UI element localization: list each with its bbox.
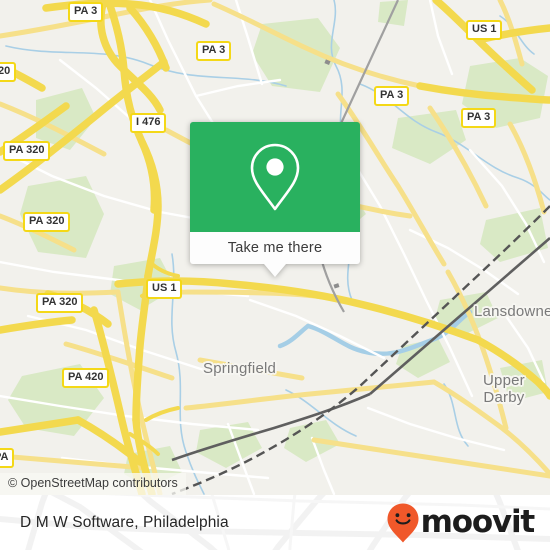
shield-pa-320-mid: PA 320 bbox=[23, 212, 71, 232]
shield-us-1-topright: US 1 bbox=[466, 20, 503, 40]
moovit-wordmark: moovit bbox=[420, 504, 536, 540]
shield-pa-3-right: PA 3 bbox=[374, 86, 410, 106]
take-me-there-button[interactable]: Take me there bbox=[190, 232, 360, 277]
shield-pa-320-cut: 20 bbox=[0, 62, 17, 82]
map-pin-icon bbox=[250, 143, 300, 211]
popup-tail bbox=[264, 264, 286, 277]
take-me-there-label: Take me there bbox=[227, 240, 323, 256]
page-title: D M W Software, Philadelphia bbox=[20, 513, 229, 531]
map-screenshot: Springfield Lansdowne Upper Darby PA 3 PA… bbox=[0, 0, 550, 550]
map-canvas[interactable]: Springfield Lansdowne Upper Darby PA 3 PA… bbox=[0, 0, 550, 495]
shield-pa-320-lower: PA 320 bbox=[36, 293, 84, 313]
moovit-pin-smile-icon bbox=[387, 503, 419, 542]
shield-i-476: I 476 bbox=[130, 113, 167, 133]
location-popup[interactable]: Take me there bbox=[190, 122, 360, 277]
popup-header bbox=[190, 122, 360, 232]
bottom-bar: D M W Software, Philadelphia moovit bbox=[0, 495, 550, 550]
shield-edge-cut: PA bbox=[0, 448, 15, 468]
shield-pa-320-left: PA 320 bbox=[3, 141, 51, 161]
osm-attribution[interactable]: © OpenStreetMap contributors bbox=[0, 473, 186, 495]
shield-us-1-mid: US 1 bbox=[146, 279, 183, 299]
shield-pa-420: PA 420 bbox=[62, 368, 110, 388]
shield-pa-3-upper: PA 3 bbox=[196, 41, 232, 61]
moovit-logo[interactable]: moovit bbox=[387, 503, 536, 543]
shield-pa-3-farright: PA 3 bbox=[461, 108, 497, 128]
shield-pa-3-top: PA 3 bbox=[68, 2, 104, 22]
